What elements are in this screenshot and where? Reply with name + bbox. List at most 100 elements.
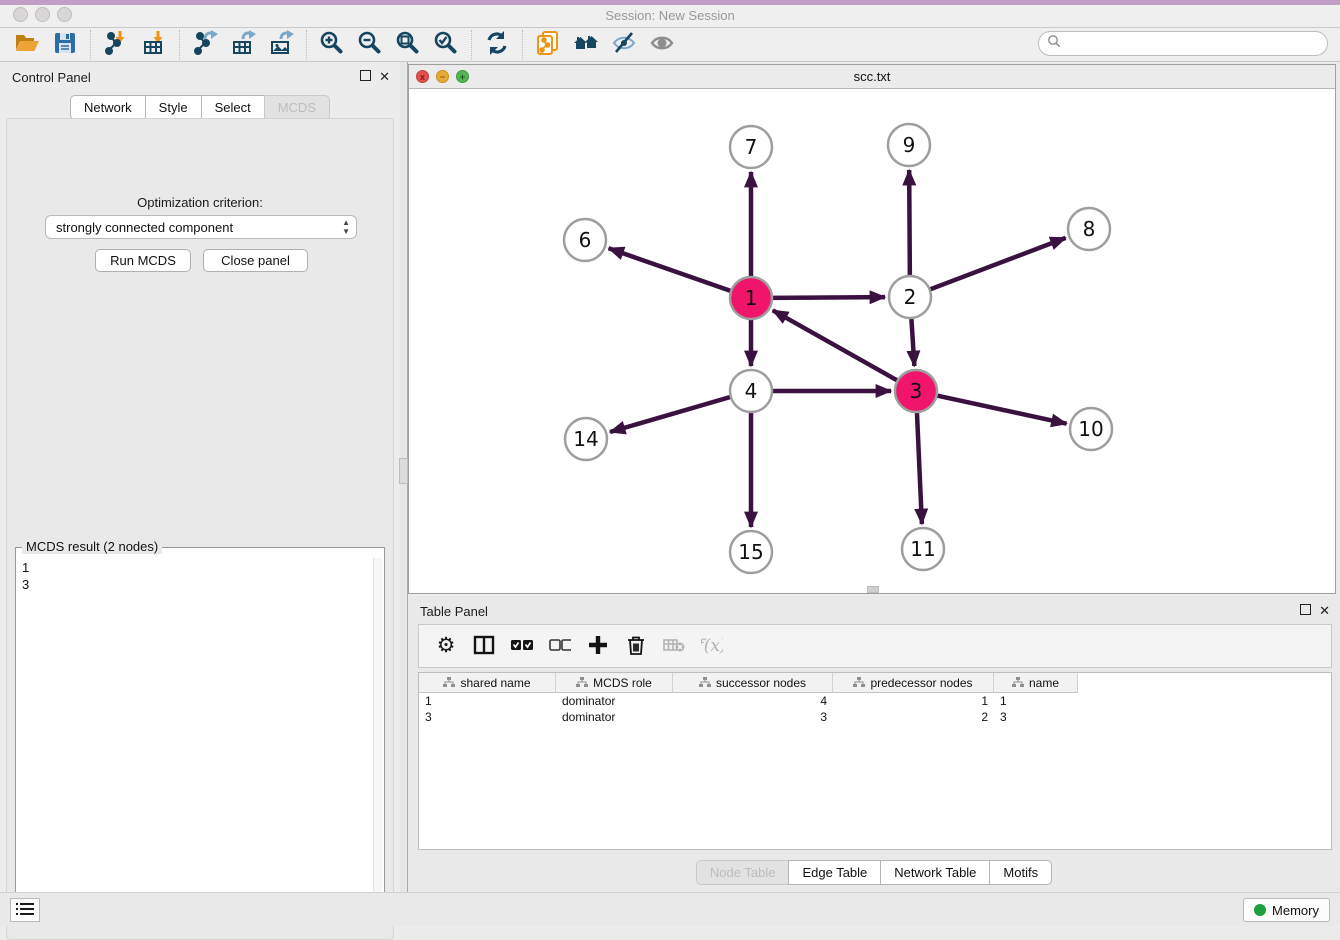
result-scrollbar[interactable] (373, 558, 382, 920)
svg-text:14: 14 (573, 427, 598, 451)
graph-node-14[interactable]: 14 (565, 418, 607, 460)
clone-network-button[interactable] (529, 30, 567, 60)
table-cell[interactable]: 3 (419, 709, 556, 725)
network-graph-canvas[interactable]: 7 9 6 8 1 2 4 3 14 10 15 11 (409, 89, 1335, 593)
table-cell[interactable]: 4 (673, 693, 833, 709)
edge-3-11[interactable] (917, 413, 922, 524)
tab-network-table[interactable]: Network Table (880, 860, 990, 885)
edge-2-9[interactable] (909, 170, 910, 275)
deselect-all-button[interactable] (543, 628, 577, 664)
add-row-button[interactable] (581, 628, 615, 664)
export-network-button[interactable] (186, 30, 224, 60)
toolbar-separator (471, 30, 472, 60)
tab-style[interactable]: Style (145, 95, 202, 120)
graph-node-9[interactable]: 9 (888, 124, 930, 166)
gear-button[interactable]: ⚙ (429, 628, 463, 664)
zoom-selected-button[interactable] (427, 30, 465, 60)
delete-row-button[interactable] (619, 628, 653, 664)
graph-node-7[interactable]: 7 (730, 126, 772, 168)
hide-visibility-icon (611, 30, 637, 59)
edge-3-1[interactable] (773, 310, 897, 380)
svg-text:9: 9 (903, 133, 916, 157)
edge-3-10[interactable] (937, 396, 1066, 424)
network-window-titlebar[interactable]: x − + scc.txt (409, 65, 1335, 89)
graph-node-11[interactable]: 11 (902, 528, 944, 570)
import-table-button[interactable] (135, 30, 173, 60)
table-cell[interactable]: 3 (994, 709, 1078, 725)
table-cell[interactable]: 1 (419, 693, 556, 709)
tab-mcds[interactable]: MCDS (264, 95, 330, 120)
edge-1-6[interactable] (609, 248, 731, 290)
graph-node-2[interactable]: 2 (889, 276, 931, 318)
application-window: Session: New Session Control Panel ✕ Net… (0, 0, 1340, 926)
clone-network-icon (535, 30, 561, 59)
close-panel-button[interactable]: Close panel (203, 249, 308, 272)
graph-node-4[interactable]: 4 (730, 370, 772, 412)
zoom-in-button[interactable] (313, 30, 351, 60)
table-cell[interactable]: 2 (833, 709, 994, 725)
task-list-icon (16, 902, 34, 919)
vertical-split-grip[interactable] (399, 458, 408, 484)
graph-node-8[interactable]: 8 (1068, 208, 1110, 250)
home-button[interactable] (567, 30, 605, 60)
table-row[interactable]: 1dominator411 (419, 693, 1331, 709)
search-box[interactable] (1038, 31, 1328, 56)
table-cell[interactable]: dominator (556, 709, 673, 725)
split-columns-button[interactable] (467, 628, 501, 664)
column-header-name[interactable]: name (994, 673, 1078, 693)
mcds-result-text[interactable]: 13 (18, 558, 374, 920)
attribute-type-icon (699, 677, 711, 688)
tab-network[interactable]: Network (70, 95, 146, 120)
float-panel-icon[interactable] (360, 70, 371, 81)
tab-select[interactable]: Select (201, 95, 265, 120)
column-header-MCDS-role[interactable]: MCDS role (556, 673, 673, 693)
column-header-successor-nodes[interactable]: successor nodes (673, 673, 833, 693)
memory-label: Memory (1272, 903, 1319, 918)
open-folder-button[interactable] (8, 30, 46, 60)
graph-node-1[interactable]: 1 (730, 277, 772, 319)
graph-node-6[interactable]: 6 (564, 219, 606, 261)
edge-1-2[interactable] (773, 297, 885, 298)
import-network-button[interactable] (97, 30, 135, 60)
edge-2-3[interactable] (911, 319, 914, 366)
select-all-button[interactable] (505, 628, 539, 664)
table-cell[interactable]: 1 (994, 693, 1078, 709)
memory-button[interactable]: Memory (1243, 898, 1330, 922)
table-cell[interactable]: 3 (673, 709, 833, 725)
zoom-fit-icon (395, 30, 421, 59)
edge-4-14[interactable] (610, 397, 730, 432)
export-image-button[interactable] (262, 30, 300, 60)
export-table-button[interactable] (224, 30, 262, 60)
graph-node-3[interactable]: 3 (895, 370, 937, 412)
tab-motifs[interactable]: Motifs (989, 860, 1052, 885)
zoom-out-button[interactable] (351, 30, 389, 60)
float-table-panel-icon[interactable] (1300, 604, 1311, 615)
column-header-predecessor-nodes[interactable]: predecessor nodes (833, 673, 994, 693)
visibility-button[interactable] (643, 30, 681, 60)
result-line: 1 (22, 559, 374, 576)
edge-2-8[interactable] (931, 238, 1066, 289)
tab-edge-table[interactable]: Edge Table (788, 860, 881, 885)
column-header-shared-name[interactable]: shared name (419, 673, 556, 693)
close-panel-icon[interactable]: ✕ (379, 69, 390, 84)
tab-node-table[interactable]: Node Table (696, 860, 790, 885)
search-input[interactable] (1066, 37, 1327, 51)
node-table[interactable]: shared nameMCDS rolesuccessor nodesprede… (418, 672, 1332, 850)
control-panel: Control Panel ✕ NetworkStyleSelectMCDS O… (0, 62, 400, 892)
graph-node-10[interactable]: 10 (1070, 408, 1112, 450)
table-cell[interactable]: 1 (833, 693, 994, 709)
task-history-button[interactable] (10, 898, 40, 922)
table-row[interactable]: 3dominator323 (419, 709, 1331, 725)
run-mcds-button[interactable]: Run MCDS (95, 249, 191, 272)
zoom-fit-button[interactable] (389, 30, 427, 60)
close-table-panel-icon[interactable]: ✕ (1319, 603, 1330, 618)
network-resize-grip[interactable] (867, 586, 879, 593)
hide-visibility-button[interactable] (605, 30, 643, 60)
criterion-dropdown-value: strongly connected component (56, 220, 233, 235)
criterion-dropdown[interactable]: strongly connected component ▲▼ (45, 215, 357, 239)
refresh-button[interactable] (478, 30, 516, 60)
graph-node-15[interactable]: 15 (730, 531, 772, 573)
save-button[interactable] (46, 30, 84, 60)
table-cell[interactable]: dominator (556, 693, 673, 709)
node-table-body: 1dominator4113dominator323 (419, 693, 1331, 725)
